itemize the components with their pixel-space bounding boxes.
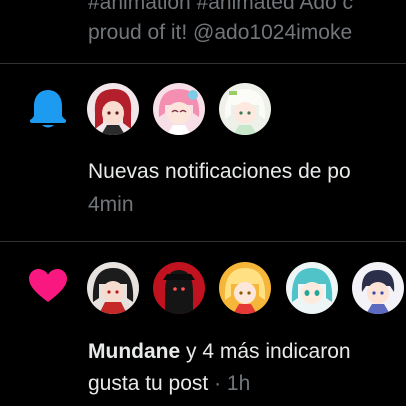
white-hair-avatar[interactable] xyxy=(219,83,271,135)
action-text-line2: gusta tu post xyxy=(88,372,209,395)
heart-icon xyxy=(28,268,68,309)
previous-notification-snippet[interactable]: #animation #animated Ado c proud of it! … xyxy=(88,0,353,48)
user-name-link[interactable]: Mundane xyxy=(88,340,180,363)
red-hair-avatar[interactable] xyxy=(87,83,139,135)
notification-text-line1: Mundane y 4 más indicaron xyxy=(88,336,351,368)
previous-notification-line2: proud of it! @ado1024imoke xyxy=(88,21,353,44)
notification-likes[interactable]: Mundane y 4 más indicaron gusta tu post … xyxy=(0,242,406,406)
separator: · xyxy=(208,372,227,395)
teal-hair-avatar[interactable] xyxy=(286,262,338,314)
dark-hair-avatar[interactable] xyxy=(87,262,139,314)
boy-avatar[interactable] xyxy=(352,262,404,314)
dark-figure-avatar[interactable] xyxy=(153,262,205,314)
timestamp: 4min xyxy=(88,193,134,216)
notification-new-posts[interactable]: Nuevas notificaciones de po 4min xyxy=(0,64,406,241)
notification-text-line2: gusta tu post · 1h xyxy=(88,368,250,400)
action-text: y 4 más indicaron xyxy=(180,340,351,363)
blonde-avatar[interactable] xyxy=(219,262,271,314)
timestamp: 1h xyxy=(226,372,251,395)
notification-text: Nuevas notificaciones de po xyxy=(88,160,351,183)
bell-icon xyxy=(28,86,68,135)
pink-hair-avatar[interactable] xyxy=(153,83,205,135)
previous-notification-line1: #animation #animated Ado c xyxy=(88,0,354,14)
